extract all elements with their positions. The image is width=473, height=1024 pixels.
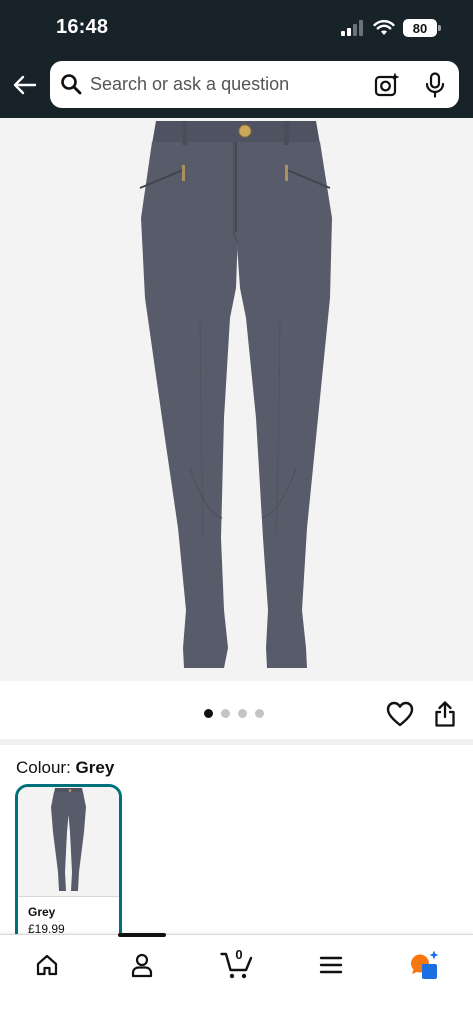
- bottom-navigation: 0: [0, 933, 473, 1024]
- carousel-dot[interactable]: [255, 709, 264, 718]
- ai-assistant-icon: [410, 950, 439, 979]
- status-icons: 80: [341, 17, 441, 39]
- carousel-dot-active[interactable]: [204, 709, 213, 718]
- microphone-icon[interactable]: [424, 72, 446, 98]
- search-icon: [61, 74, 82, 95]
- carousel-dot[interactable]: [221, 709, 230, 718]
- product-image-carousel[interactable]: [0, 118, 473, 681]
- menu-icon: [319, 956, 343, 974]
- signal-icon: [341, 20, 363, 36]
- nav-cart[interactable]: 0: [214, 947, 260, 981]
- back-arrow-icon: [13, 75, 37, 95]
- colour-swatch-grey[interactable]: Grey £19.99: [15, 784, 122, 954]
- wishlist-heart-icon[interactable]: [386, 701, 414, 727]
- share-icon[interactable]: [433, 700, 457, 728]
- colour-label-text: Colour:: [16, 758, 76, 777]
- search-input[interactable]: [90, 71, 360, 98]
- swatch-product-image: [51, 788, 86, 891]
- account-icon: [131, 953, 153, 978]
- product-page: 16:48 80 Search or ask a question Colour…: [0, 0, 473, 1024]
- status-time: 16:48: [56, 16, 109, 38]
- back-button[interactable]: [10, 70, 40, 100]
- colour-label: Colour: Grey: [16, 758, 114, 778]
- home-icon: [36, 954, 58, 976]
- product-image: [139, 121, 332, 668]
- carousel-pagination: [204, 709, 264, 718]
- swatch-thumbnail: [18, 787, 119, 897]
- app-header: 16:48 80: [0, 0, 473, 118]
- camera-search-icon[interactable]: [374, 72, 400, 98]
- battery-level: 80: [412, 20, 428, 36]
- cart-count: 0: [235, 947, 243, 962]
- carousel-dot[interactable]: [238, 709, 247, 718]
- search-bar: [50, 61, 459, 108]
- nav-ai-assistant[interactable]: [404, 949, 444, 981]
- selected-colour: Grey: [75, 758, 115, 777]
- nav-active-indicator: [118, 933, 166, 937]
- battery-indicator: 80: [403, 19, 441, 37]
- section-divider: [0, 739, 473, 745]
- nav-menu[interactable]: [311, 949, 351, 981]
- swatch-name: Grey: [28, 905, 56, 919]
- nav-account[interactable]: [122, 949, 162, 981]
- wifi-icon: [373, 20, 395, 35]
- nav-home[interactable]: [27, 949, 67, 981]
